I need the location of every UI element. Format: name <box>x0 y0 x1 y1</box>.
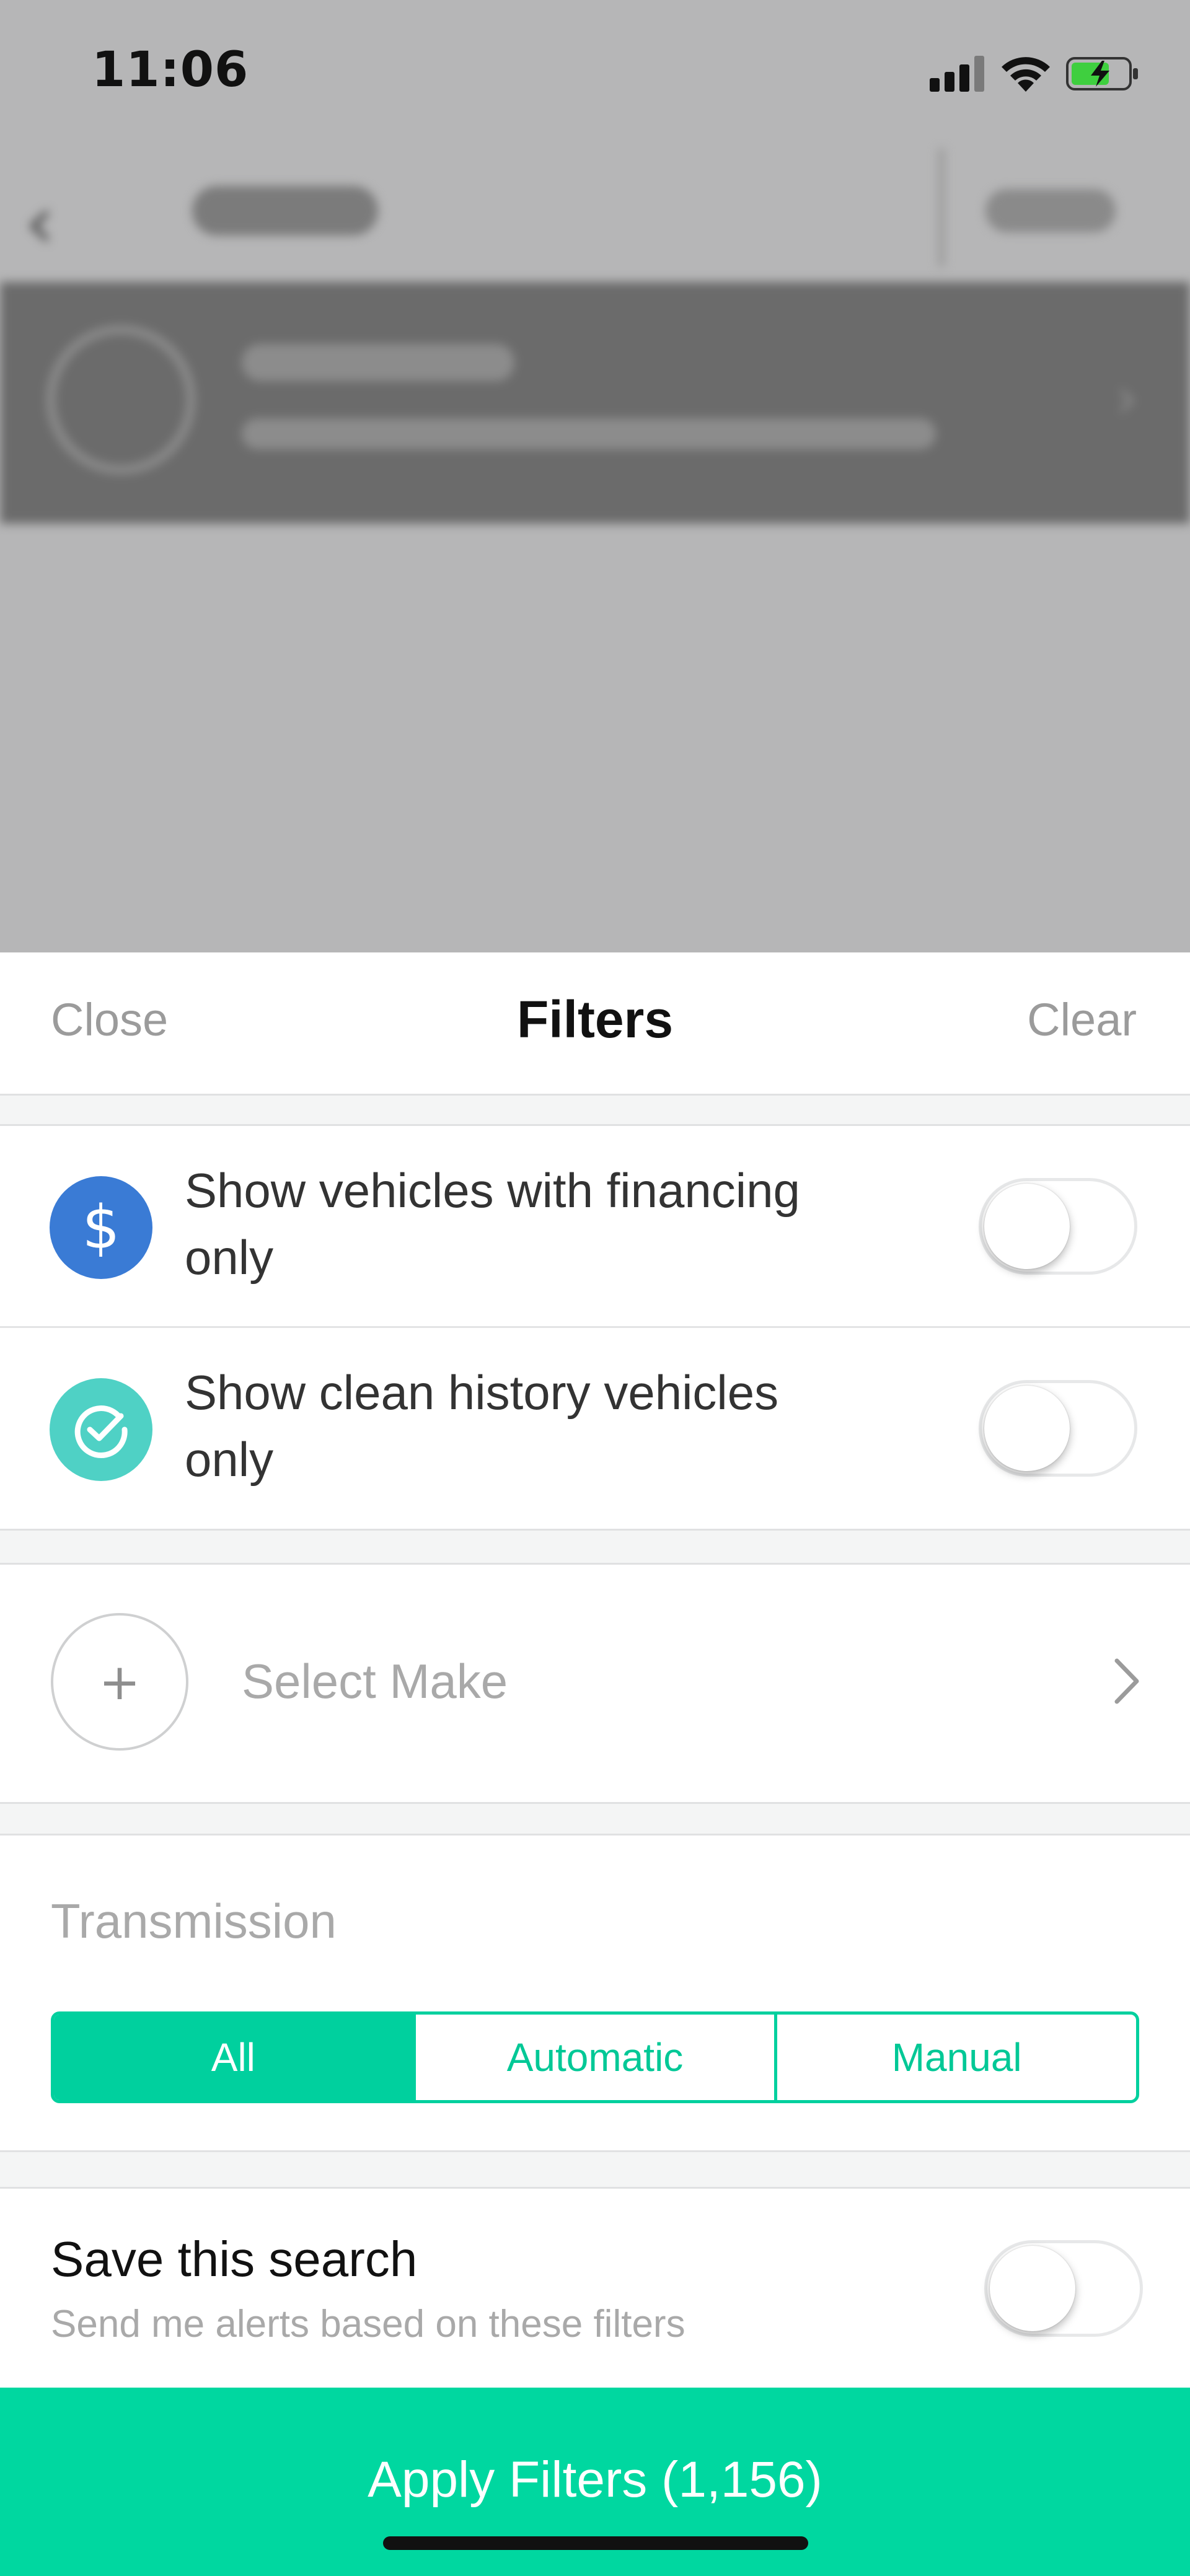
save-search-toggle[interactable] <box>984 2240 1143 2337</box>
transmission-option-automatic[interactable]: Automatic <box>416 2015 778 2100</box>
section-gap <box>0 1802 1190 1835</box>
clean-history-label: Show clean history vehicles only <box>185 1365 779 1487</box>
clean-history-toggle[interactable] <box>979 1380 1137 1477</box>
save-search-subtitle: Send me alerts based on these filters <box>51 2303 685 2345</box>
transmission-label: Transmission <box>51 1894 337 1948</box>
signal-icon <box>930 55 985 92</box>
background-banner: › <box>0 282 1190 524</box>
sheet-header: Close Filters Clear <box>0 952 1190 1094</box>
section-gap <box>0 2150 1190 2189</box>
background-action <box>985 189 1116 232</box>
select-make-label: Select Make <box>242 1654 508 1708</box>
battery-charging-icon <box>1066 57 1138 90</box>
background-banner-icon <box>46 325 195 474</box>
save-search-title: Save this search <box>51 2231 418 2287</box>
financing-label: Show vehicles with financing only <box>185 1163 800 1285</box>
check-badge-icon <box>50 1378 152 1481</box>
toggle-knob <box>984 1184 1070 1269</box>
apply-filters-label: Apply Filters (1,156) <box>368 2451 822 2508</box>
plus-icon: + <box>51 1613 188 1751</box>
section-gap <box>0 1529 1190 1565</box>
clear-button[interactable]: Clear <box>1027 993 1137 1046</box>
financing-toggle-row[interactable]: $ Show vehicles with financing only <box>0 1126 1190 1327</box>
toggle-knob <box>984 1386 1070 1471</box>
transmission-option-manual[interactable]: Manual <box>777 2015 1136 2100</box>
background-divider <box>938 149 945 266</box>
clean-history-toggle-row[interactable]: Show clean history vehicles only <box>0 1328 1190 1529</box>
chevron-right-icon <box>1114 1658 1139 1704</box>
background-banner-title <box>242 344 514 381</box>
background-page-overlay: 11:06 ‹ › <box>0 0 1190 954</box>
transmission-option-all[interactable]: All <box>54 2015 416 2100</box>
svg-text:$: $ <box>82 1193 120 1262</box>
sheet-title: Filters <box>516 990 674 1048</box>
home-indicator[interactable] <box>383 2536 808 2550</box>
financing-toggle[interactable] <box>979 1178 1137 1275</box>
status-bar: 11:06 <box>0 0 1190 143</box>
back-icon: ‹ <box>25 180 55 266</box>
toggle-knob <box>990 2246 1075 2331</box>
dollar-icon: $ <box>50 1176 152 1279</box>
background-title <box>192 186 378 235</box>
transmission-segmented-control: All Automatic Manual <box>51 2011 1139 2103</box>
status-time: 11:06 <box>92 42 249 98</box>
section-gap <box>0 1094 1190 1126</box>
background-nav: ‹ <box>0 143 1190 273</box>
wifi-icon <box>1002 57 1050 92</box>
chevron-right-icon: › <box>1116 366 1138 431</box>
background-banner-subtitle <box>242 418 936 449</box>
